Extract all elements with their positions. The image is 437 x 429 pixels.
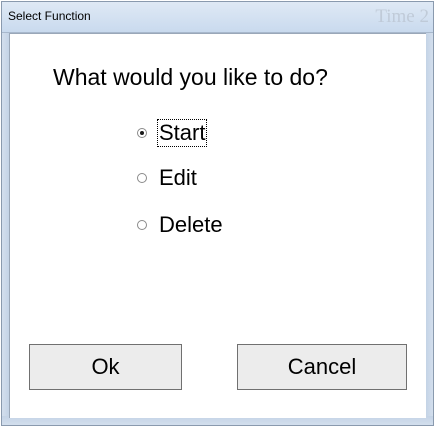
title-bar[interactable]: Select Function Time 2 xyxy=(2,2,433,33)
window-frame-left xyxy=(2,33,9,418)
radio-unselected-icon[interactable] xyxy=(137,220,147,230)
radio-label-start[interactable]: Start xyxy=(156,119,208,147)
screen: Select Function Time 2 What would you li… xyxy=(0,0,437,429)
ok-button[interactable]: Ok xyxy=(29,344,182,390)
radio-option-edit[interactable]: Edit xyxy=(137,163,198,193)
select-function-dialog: Select Function Time 2 What would you li… xyxy=(1,1,434,426)
dialog-prompt: What would you like to do? xyxy=(53,64,328,90)
window-title: Select Function xyxy=(8,9,91,23)
radio-selected-icon[interactable] xyxy=(137,128,147,138)
dialog-content: What would you like to do? Start Edit De… xyxy=(9,33,426,418)
window-frame-right xyxy=(426,33,433,418)
radio-unselected-icon[interactable] xyxy=(137,173,147,183)
cancel-button[interactable]: Cancel xyxy=(237,344,407,390)
radio-option-delete[interactable]: Delete xyxy=(137,210,224,240)
radio-label-edit[interactable]: Edit xyxy=(158,165,198,191)
radio-option-start[interactable]: Start xyxy=(137,118,208,148)
radio-label-delete[interactable]: Delete xyxy=(158,212,224,238)
background-window-text: Time 2 xyxy=(375,6,429,27)
